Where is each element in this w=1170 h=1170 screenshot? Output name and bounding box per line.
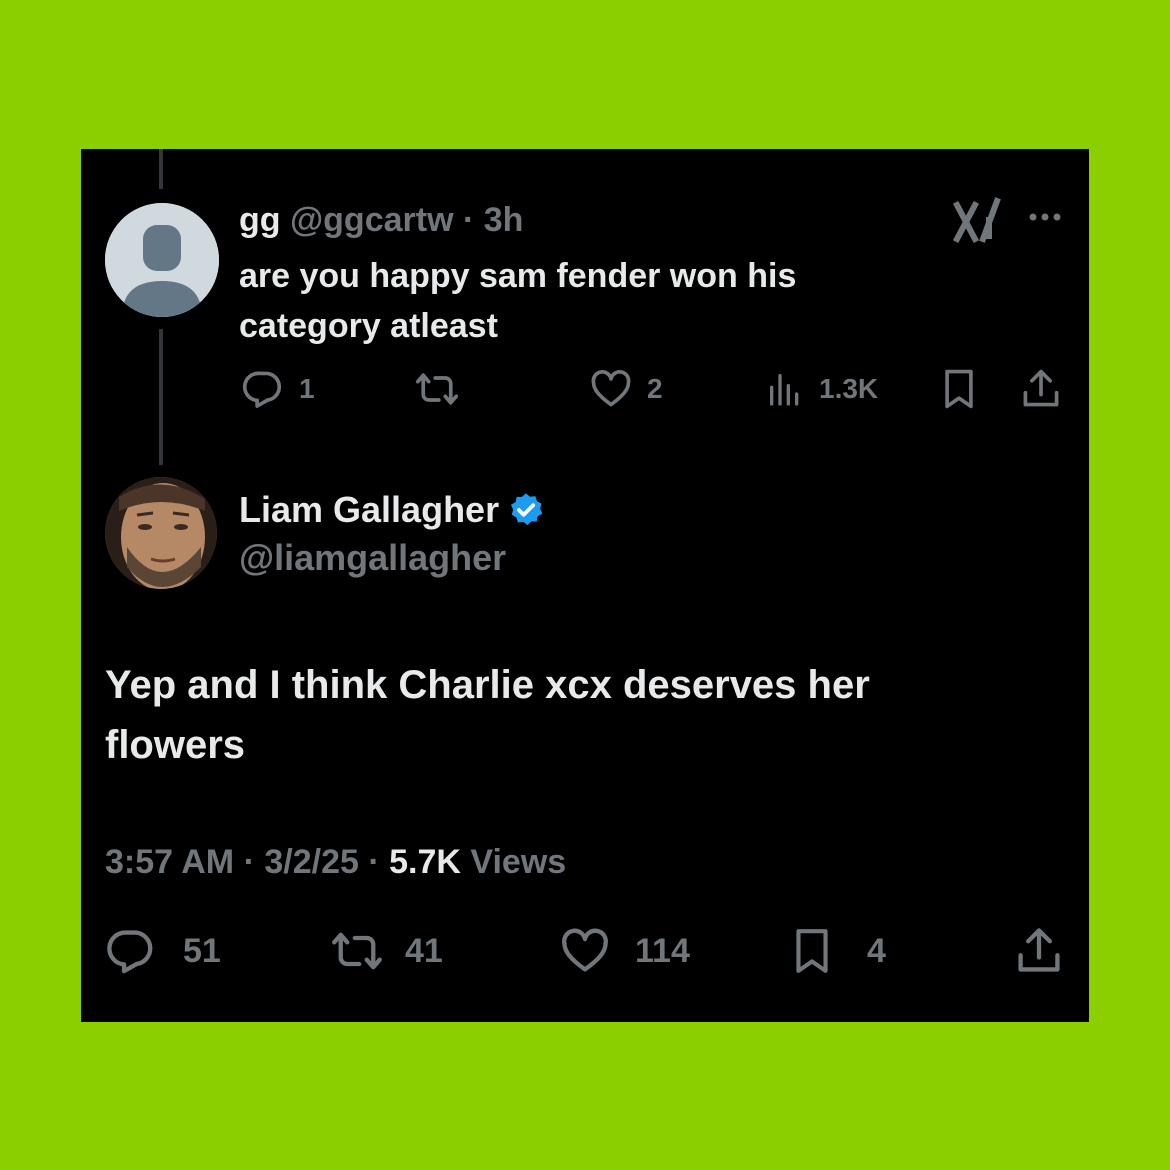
thread-line-top <box>159 149 163 189</box>
profile-photo <box>105 477 217 589</box>
author-display-name[interactable]: Liam Gallagher <box>239 489 499 531</box>
repost-icon <box>332 932 382 970</box>
quoted-like-button[interactable]: 2 <box>589 365 663 413</box>
share-icon <box>1023 369 1059 407</box>
x-logo-icon <box>952 197 1003 247</box>
quoted-tweet-text: are you happy sam fender won his categor… <box>239 257 797 345</box>
tweet-time[interactable]: 3:57 AM <box>105 843 234 881</box>
quoted-handle[interactable]: @ggcartw <box>290 201 454 239</box>
bookmark-count: 4 <box>867 931 886 970</box>
default-avatar-icon <box>105 203 219 317</box>
avatar-gg[interactable] <box>105 203 219 317</box>
reply-count: 51 <box>183 931 221 970</box>
tweet-text: Yep and I think Charlie xcx deserves her… <box>105 663 870 767</box>
quoted-like-count: 2 <box>647 373 663 404</box>
share-button[interactable] <box>1013 923 1065 979</box>
like-icon <box>591 370 631 407</box>
quoted-repost-button[interactable] <box>414 365 474 413</box>
meta-separator: · <box>368 843 380 881</box>
tweet-meta: 3:57 AM · 3/2/25 · 5.7K Views <box>105 843 566 882</box>
views-icon <box>770 374 799 406</box>
views-count[interactable]: 5.7K <box>389 843 461 881</box>
quoted-display-name[interactable]: gg <box>239 201 281 239</box>
author-handle[interactable]: @liamgallagher <box>239 537 506 579</box>
more-icon[interactable] <box>1025 207 1065 227</box>
bookmark-button[interactable]: 4 <box>787 923 886 979</box>
meta-separator: · <box>243 843 255 881</box>
quoted-bookmark-button[interactable] <box>937 365 981 413</box>
reply-icon <box>242 371 282 408</box>
author-name-row: Liam Gallagher <box>239 489 545 531</box>
quoted-reply-button[interactable]: 1 <box>241 365 315 413</box>
reply-icon <box>107 930 153 974</box>
tweet-card: gg @ggcartw · 3h are you happy sam fende… <box>81 149 1089 1022</box>
avatar-liam-gallagher[interactable] <box>105 477 217 589</box>
reply-button[interactable]: 51 <box>105 923 221 979</box>
tweet-date[interactable]: 3/2/25 <box>264 843 359 881</box>
quoted-views-count: 1.3K <box>819 373 879 404</box>
share-icon <box>1018 928 1060 972</box>
repost-icon <box>415 373 459 405</box>
like-button[interactable]: 114 <box>559 923 690 979</box>
bookmark-icon <box>796 929 828 973</box>
verified-badge-icon <box>511 493 543 526</box>
header-separator: · <box>462 201 475 239</box>
quoted-views-button[interactable]: 1.3K <box>765 365 878 413</box>
bookmark-icon <box>945 369 973 409</box>
repost-button[interactable]: 41 <box>329 923 443 979</box>
repost-count: 41 <box>405 931 443 970</box>
quoted-time[interactable]: 3h <box>484 201 524 239</box>
quoted-share-button[interactable] <box>1019 365 1063 413</box>
thread-line-middle <box>159 329 163 465</box>
like-count: 114 <box>635 931 690 970</box>
like-icon <box>562 928 608 972</box>
quoted-reply-count: 1 <box>299 373 315 404</box>
quoted-tweet-header: gg @ggcartw · 3h <box>239 201 523 240</box>
views-label: Views <box>470 843 567 881</box>
